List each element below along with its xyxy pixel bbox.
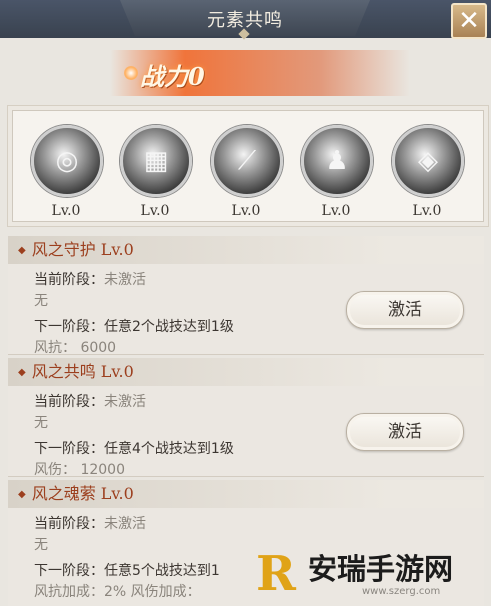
current-stage-row: 当前阶段：未激活 <box>34 513 146 533</box>
next-bonus: 风抗： 6000 <box>34 340 117 356</box>
next-stage-row: 下一阶段：任意5个战技达到1 <box>34 560 220 580</box>
close-button[interactable]: ✕ <box>451 3 487 39</box>
diamond-icon: ◆ <box>18 488 26 500</box>
watermark-logo: R <box>256 546 296 602</box>
element-slot-5[interactable]: ◈ Lv.0 <box>392 125 464 219</box>
section-header: ◆ 风之共鸣 Lv.0 <box>8 358 484 386</box>
current-effect: 无 <box>34 415 48 431</box>
next-stage-requirement: 任意5个战技达到1 <box>104 563 220 579</box>
next-stage-row: 下一阶段：任意2个战技达到1级 <box>34 316 234 336</box>
section-title: 风之魂萦 Lv.0 <box>31 484 134 503</box>
watermark: R 安瑞手游网 www.szerg.com <box>250 540 491 606</box>
element-level: Lv.0 <box>321 203 351 219</box>
next-stage-requirement: 任意4个战技达到1级 <box>104 441 234 457</box>
next-stage-label: 下一阶段： <box>34 319 104 335</box>
element-level: Lv.0 <box>51 203 81 219</box>
next-stage-requirement: 任意2个战技达到1级 <box>104 319 234 335</box>
next-stage-label: 下一阶段： <box>34 441 104 457</box>
element-level: Lv.0 <box>412 203 442 219</box>
combat-power-label: 战力0 <box>140 62 205 91</box>
resonance-item: ◆ 风之共鸣 Lv.0 当前阶段：未激活 无 下一阶段：任意4个战技达到1级 风伤… <box>8 358 484 478</box>
current-stage-label: 当前阶段： <box>34 272 104 288</box>
resonance-item: ◆ 风之守护 Lv.0 当前阶段：未激活 无 下一阶段：任意2个战技达到1级 风抗… <box>8 236 484 356</box>
wind-swirl-icon: ◎ <box>31 125 103 197</box>
slash-icon: ⟋ <box>211 125 283 197</box>
current-stage-label: 当前阶段： <box>34 394 104 410</box>
watermark-url: www.szerg.com <box>362 586 441 597</box>
diamond-icon: ◆ <box>18 366 26 378</box>
element-slot-3[interactable]: ⟋ Lv.0 <box>211 125 283 219</box>
next-bonus: 风抗加成：2% 风伤加成： <box>34 584 201 600</box>
current-stage-row: 当前阶段：未激活 <box>34 269 146 289</box>
section-header: ◆ 风之守护 Lv.0 <box>8 236 484 264</box>
activate-button[interactable]: 激活 <box>346 291 464 329</box>
element-level: Lv.0 <box>140 203 170 219</box>
diamond-icon: ◆ <box>18 244 26 256</box>
next-stage-label: 下一阶段： <box>34 563 104 579</box>
next-stage-row: 下一阶段：任意4个战技达到1级 <box>34 438 234 458</box>
element-slot-4[interactable]: ♟ Lv.0 <box>301 125 373 219</box>
element-level: Lv.0 <box>231 203 261 219</box>
current-stage-value: 未激活 <box>104 394 146 410</box>
section-title: 风之守护 Lv.0 <box>31 240 134 259</box>
element-slot-2[interactable]: ▦ Lv.0 <box>120 125 192 219</box>
watermark-text: 安瑞手游网 <box>308 552 454 586</box>
flame-eye-icon: ◈ <box>392 125 464 197</box>
next-bonus: 风伤： 12000 <box>34 462 125 478</box>
element-slot-1[interactable]: ◎ Lv.0 <box>31 125 103 219</box>
section-header: ◆ 风之魂萦 Lv.0 <box>8 480 484 508</box>
current-stage-label: 当前阶段： <box>34 516 104 532</box>
current-stage-row: 当前阶段：未激活 <box>34 391 146 411</box>
spark-icon <box>124 66 138 80</box>
section-title: 风之共鸣 Lv.0 <box>31 362 134 381</box>
cube-icon: ▦ <box>120 125 192 197</box>
figure-icon: ♟ <box>301 125 373 197</box>
page-title: 元素共鸣 <box>207 10 283 31</box>
activate-button[interactable]: 激活 <box>346 413 464 451</box>
element-panel: ◎ Lv.0 ▦ Lv.0 ⟋ Lv.0 ♟ Lv.0 ◈ Lv.0 <box>12 110 484 222</box>
current-stage-value: 未激活 <box>104 516 146 532</box>
current-effect: 无 <box>34 293 48 309</box>
current-stage-value: 未激活 <box>104 272 146 288</box>
current-effect: 无 <box>34 537 48 553</box>
